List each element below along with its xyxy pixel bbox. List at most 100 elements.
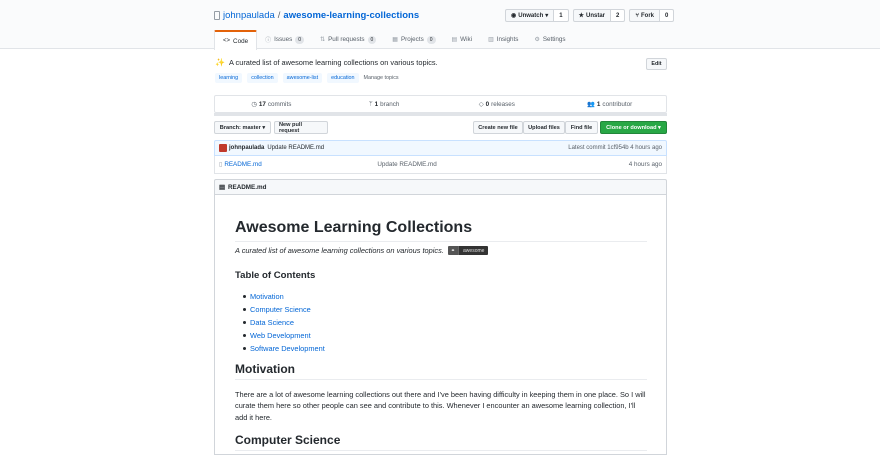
manage-topics-link[interactable]: Manage topics [364,75,399,81]
tab-issues[interactable]: ⓘ Issues 0 [257,30,312,49]
avatar[interactable] [219,144,227,152]
stars-count[interactable]: 2 [611,9,626,22]
readme-subtitle-text: A curated list of awesome learning colle… [235,246,444,255]
commit-message[interactable]: Update README.md [267,145,324,151]
commits-label: commits [267,100,292,108]
fork-button[interactable]: ⑂ Fork [629,9,660,22]
language-bar [214,113,667,116]
branches-stat[interactable]: ᛘ 1 branch [328,96,441,112]
projects-counter: 0 [426,35,436,44]
toc-link[interactable]: Web Development [243,329,325,342]
tab-code[interactable]: <> Code [214,30,258,50]
computer-science-heading: Computer Science [235,433,647,451]
code-icon: <> [223,38,231,44]
pull-request-icon: ⇅ [320,37,326,43]
motivation-paragraph: There are a lot of awesome learning coll… [235,390,646,422]
project-icon: ▦ [392,37,398,43]
motivation-heading: Motivation [235,362,647,380]
repo-owner-link[interactable]: johnpaulada [223,10,275,21]
topic-tag[interactable]: collection [247,73,278,83]
create-new-file-button[interactable]: Create new file [473,121,523,134]
watchers-count[interactable]: 1 [554,9,569,22]
tab-code-label: Code [233,37,249,45]
gear-icon: ⚙ [534,37,540,43]
tab-wiki-label: Wiki [460,36,473,43]
file-toolbar: Branch: master ▾ New pull request Create… [214,121,667,134]
find-file-button[interactable]: Find file [565,121,598,134]
edit-button[interactable]: Edit [646,58,667,70]
toc-heading: Table of Contents [235,270,316,281]
file-commit-message[interactable]: Update README.md [377,161,437,168]
tab-projects[interactable]: ▦ Projects 0 [384,30,443,49]
clone-download-label: Clone or download [606,124,657,131]
repo-description: ✨ A curated list of awesome learning col… [215,58,438,67]
description-text: A curated list of awesome learning colle… [228,58,438,67]
repo-icon [214,11,220,20]
forks-count[interactable]: 0 [660,9,675,22]
toc-link[interactable]: Software Development [243,342,325,355]
watch-group: ◉ Unwatch ▾ 1 [505,9,569,22]
latest-commit-label: Latest commit [568,145,606,151]
toc-link[interactable]: Motivation [243,290,325,303]
tab-wiki[interactable]: ▤ Wiki [444,30,481,49]
commit-author[interactable]: johnpaulada [229,145,264,151]
topic-tag[interactable]: awesome-list [282,73,323,83]
topics: learning collection awesome-list educati… [215,73,399,83]
fork-label: Fork [640,12,654,19]
commits-stat[interactable]: ◷ 17 commits [215,96,328,112]
tag-icon: ◇ [478,100,484,108]
repo-header: johnpaulada / awesome-learning-collectio… [0,0,880,50]
caret-down-icon: ▾ [545,13,549,19]
readme-header-label: README.md [227,183,267,191]
unwatch-button[interactable]: ◉ Unwatch ▾ [505,9,555,22]
commit-sha[interactable]: 1cf954b [607,145,628,151]
tab-insights[interactable]: ▥ Insights [480,30,526,49]
tab-pull-requests[interactable]: ⇅ Pull requests 0 [312,30,384,49]
awesome-badge-label: awesome [458,246,489,255]
topic-tag[interactable]: education [327,73,359,83]
contributor-count: 1 [596,100,601,108]
caret-down-icon: ▾ [656,124,661,131]
toc-link[interactable]: Computer Science [243,303,325,316]
branch-select-label: Branch: master [219,124,261,131]
branch-label: branch [380,100,400,108]
table-of-contents: Motivation Computer Science Data Science… [243,290,325,355]
commit-age: 4 hours ago [630,145,662,151]
branch-select[interactable]: Branch: master ▾ [214,121,271,134]
toc-link[interactable]: Data Science [243,316,325,329]
new-pull-request-button[interactable]: New pull request [274,121,328,134]
unstar-button[interactable]: ★ Unstar [572,9,612,22]
contributors-stat[interactable]: 👥 1 contributor [553,96,666,112]
repo-name-link[interactable]: awesome-learning-collections [283,10,419,21]
awesome-badge[interactable]: ⚭ awesome [447,246,489,255]
unwatch-label: Unwatch [518,12,544,19]
pull-requests-counter: 0 [367,35,377,44]
clone-download-button[interactable]: Clone or download ▾ [600,121,667,134]
tab-projects-label: Projects [400,36,424,43]
contributor-label: contributor [602,100,633,108]
upload-files-button[interactable]: Upload files [523,121,565,134]
file-row: ▯ README.md Update README.md 4 hours ago [214,156,667,174]
repo-separator: / [277,10,281,21]
latest-commit-info: Latest commit 1cf954b 4 hours ago [568,145,662,151]
unstar-label: Unstar [586,12,606,19]
releases-label: releases [491,100,515,108]
repo-title: johnpaulada / awesome-learning-collectio… [214,10,419,21]
topic-tag[interactable]: learning [215,73,243,83]
file-age: 4 hours ago [628,161,662,168]
tab-settings[interactable]: ⚙ Settings [526,30,573,49]
repo-actions: ◉ Unwatch ▾ 1 ★ Unstar 2 ⑂ Fork 0 [505,9,675,22]
readme-header: ▤ README.md [214,179,667,195]
issue-icon: ⓘ [265,38,272,44]
file-name-link[interactable]: README.md [224,161,364,168]
star-icon: ★ [578,13,585,19]
fork-group: ⑂ Fork 0 [629,9,675,22]
book-icon: ▤ [219,183,225,191]
releases-stat[interactable]: ◇ 0 releases [441,96,554,112]
fork-icon: ⑂ [635,12,639,19]
tab-issues-label: Issues [274,36,293,43]
repo-stats: ◷ 17 commits ᛘ 1 branch ◇ 0 releases 👥 1 contrib… [214,95,667,113]
issues-counter: 0 [295,35,305,44]
graph-icon: ▥ [488,37,494,43]
caret-down-icon: ▾ [260,124,266,131]
